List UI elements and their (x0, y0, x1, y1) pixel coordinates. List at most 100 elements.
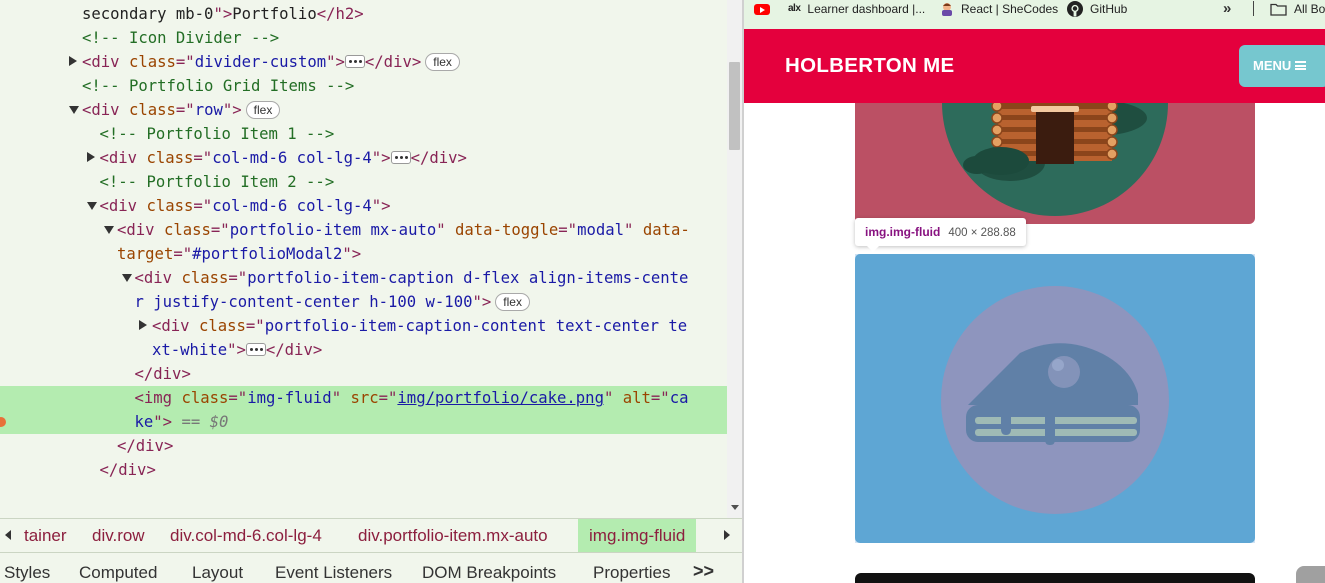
code-token: class (163, 221, 211, 239)
elements-scrollbar[interactable] (727, 0, 742, 518)
bookmark-all-bookmarks[interactable]: All Bo (1270, 1, 1325, 17)
collapse-triangle-icon[interactable] (69, 106, 79, 114)
code-token: class (146, 197, 194, 215)
bookmark-learner-dashboard[interactable]: alx Learner dashboard |... (788, 1, 925, 17)
breadcrumb-scroll-left-icon[interactable] (5, 530, 11, 540)
code-token: =" (378, 389, 398, 407)
code-token: =" (650, 389, 670, 407)
bookmark-react-shecodes[interactable]: React | SheCodes (940, 1, 1058, 17)
expand-triangle-icon[interactable] (86, 152, 95, 162)
code-token: " (603, 389, 623, 407)
scrollbar-thumb[interactable] (729, 62, 740, 150)
dom-node-line[interactable]: xt-white"> </div> (0, 338, 727, 362)
breadcrumb-scroll-right-icon[interactable] (724, 530, 730, 540)
code-token: "> (213, 5, 233, 23)
dom-node-line[interactable]: </div> (0, 434, 727, 458)
dom-node-line[interactable]: <div class="col-md-6 col-lg-4"> </div> (0, 146, 727, 170)
dom-node-line[interactable]: <!-- Portfolio Item 2 --> (0, 170, 727, 194)
code-token: </h2> (316, 5, 364, 23)
bookmark-github[interactable]: GitHub (1067, 1, 1127, 17)
code-token: <div (152, 317, 199, 335)
code-token: == $0 (172, 413, 229, 431)
code-token: =" (193, 149, 213, 167)
dom-node-line[interactable]: <div class="portfolio-item-caption-conte… (0, 314, 727, 338)
code-token: row (194, 101, 223, 119)
code-token: data- (642, 221, 690, 239)
breadcrumb-item-img[interactable]: img.img-fluid (578, 519, 697, 552)
dom-node-selected[interactable]: ke"> == $0 (0, 410, 727, 434)
dom-node-line[interactable]: </div> (0, 362, 727, 386)
collapse-triangle-icon[interactable] (86, 202, 97, 210)
code-token: =" (558, 221, 578, 239)
github-icon (1067, 1, 1083, 17)
code-token: <!-- Portfolio Item 2 --> (99, 173, 335, 191)
tab-event-listeners[interactable]: Event Listeners (275, 563, 392, 583)
breadcrumb-item-row[interactable]: div.row (92, 519, 145, 552)
flex-badge[interactable]: flex (495, 292, 530, 311)
bookmark-label: GitHub (1090, 2, 1128, 16)
breadcrumb-item-portfolio-item[interactable]: div.portfolio-item.mx-auto (358, 519, 548, 552)
tooltip-selector: img.img-fluid (865, 225, 941, 239)
bookmark-youtube[interactable] (754, 1, 777, 17)
code-token: </div> (117, 437, 174, 455)
dom-node-selected[interactable]: <img class="img-fluid" src="img/portfoli… (0, 386, 727, 410)
dom-node-line[interactable]: <div class="portfolio-item mx-auto" data… (0, 218, 727, 242)
code-token: col-md-6 col-lg-4 (212, 197, 372, 215)
code-token: "> (472, 293, 492, 311)
dom-node-line[interactable]: </div> (0, 458, 727, 482)
code-token: =" (175, 101, 195, 119)
portfolio-item-next[interactable] (855, 573, 1255, 583)
code-token: "> (342, 245, 362, 263)
code-token: =" (228, 269, 248, 287)
collapsed-children-ellipsis-icon[interactable] (390, 151, 411, 164)
collapsed-children-ellipsis-icon[interactable] (344, 55, 365, 68)
code-token: target (117, 245, 174, 263)
collapse-triangle-icon[interactable] (104, 226, 114, 234)
code-token: "> (222, 101, 242, 119)
code-token: "> (371, 197, 391, 215)
portfolio-item-cabin[interactable] (855, 103, 1255, 224)
shecodes-icon (942, 3, 952, 16)
code-token: "> (227, 341, 246, 359)
breadcrumb-item-container[interactable]: tainer (24, 519, 67, 552)
collapse-triangle-icon[interactable] (121, 274, 132, 282)
flex-badge[interactable]: flex (425, 52, 460, 71)
elements-tree[interactable]: secondary mb-0">Portfolio</h2> <!-- Icon … (0, 0, 727, 518)
dom-node-line[interactable]: <div class="col-md-6 col-lg-4"> (0, 194, 727, 218)
flex-badge[interactable]: flex (245, 100, 281, 119)
code-token: </div> (265, 341, 323, 359)
expand-triangle-icon[interactable] (139, 320, 147, 330)
dom-node-line[interactable]: <!-- Portfolio Item 1 --> (0, 122, 727, 146)
code-token: <div (99, 197, 147, 215)
dom-node-line[interactable]: r justify-content-center h-100 w-100"> fl… (0, 290, 727, 314)
code-token: col-md-6 col-lg-4 (212, 149, 372, 167)
dom-node-line[interactable]: <div class="row"> flex (0, 98, 727, 122)
site-brand[interactable]: HOLBERTON ME (785, 54, 955, 78)
dom-node-line[interactable]: <div class="portfolio-item-caption d-fle… (0, 266, 727, 290)
scroll-down-arrow-icon[interactable] (731, 505, 739, 510)
dom-node-line[interactable]: <!-- Portfolio Grid Items --> (0, 74, 727, 98)
breadcrumb-item-col[interactable]: div.col-md-6.col-lg-4 (170, 519, 322, 552)
dom-node-line[interactable]: <!-- Icon Divider --> (0, 26, 727, 50)
code-token: </div> (99, 461, 156, 479)
dom-node-line[interactable]: secondary mb-0">Portfolio</h2> (0, 2, 727, 26)
code-token: <!-- Icon Divider --> (82, 29, 280, 47)
code-token: secondary mb-0 (82, 5, 214, 23)
tab-layout[interactable]: Layout (192, 563, 243, 583)
expand-triangle-icon[interactable] (69, 56, 77, 66)
dom-node-line[interactable]: target="#portfolioModal2"> (0, 242, 727, 266)
code-token: "> (153, 413, 173, 431)
scroll-to-top-button[interactable] (1296, 566, 1325, 583)
tab-computed[interactable]: Computed (79, 563, 157, 583)
tab-properties[interactable]: Properties (593, 563, 670, 583)
bookmark-label: Learner dashboard |... (807, 2, 926, 16)
collapsed-children-ellipsis-icon[interactable] (245, 343, 266, 356)
tab-dom-breakpoints[interactable]: DOM Breakpoints (422, 563, 556, 583)
tab-styles[interactable]: Styles (4, 563, 50, 583)
src-link[interactable]: img/portfolio/cake.png (397, 389, 604, 407)
menu-button[interactable]: MENU (1239, 45, 1325, 87)
dom-node-line[interactable]: <div class="divider-custom"> </div> flex (0, 50, 727, 74)
code-token: modal (577, 221, 625, 239)
more-bookmarks-button[interactable]: » (1223, 0, 1231, 17)
more-tabs-button[interactable]: >> (693, 561, 714, 582)
